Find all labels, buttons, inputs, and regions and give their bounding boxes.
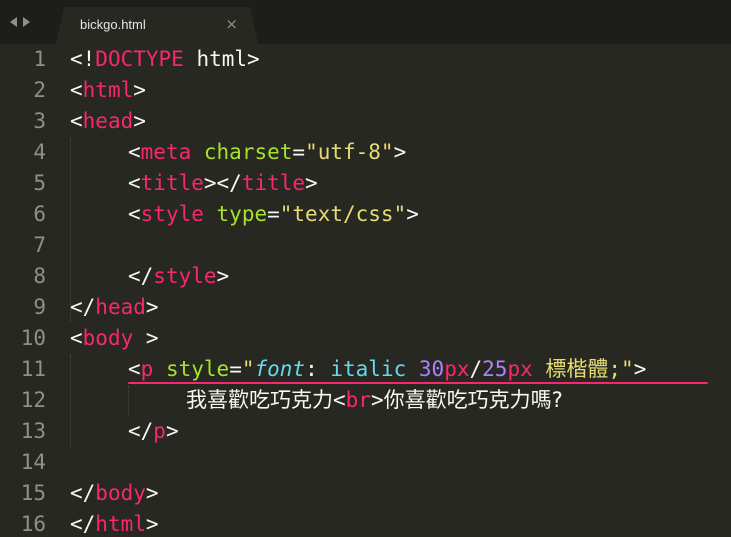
code-line-13[interactable]: 13 </p> — [0, 416, 731, 447]
code-line-2[interactable]: 2 <html> — [0, 75, 731, 106]
code-line-7[interactable]: 7 — [0, 230, 731, 261]
editor-window: bickgo.html × 1 <!DOCTYPE html> 2 <html>… — [0, 0, 731, 537]
line-number: 12 — [20, 388, 46, 412]
tag-match-underline — [128, 382, 708, 384]
arrow-right-icon[interactable] — [23, 17, 30, 27]
code-text: </body> — [70, 481, 159, 505]
code-text: </p> — [128, 419, 179, 443]
tab-bar: bickgo.html × — [0, 0, 731, 44]
arrow-left-icon[interactable] — [10, 17, 17, 27]
line-number: 6 — [33, 202, 46, 226]
code-text: </style> — [128, 264, 230, 288]
code-text: <body > — [70, 326, 159, 350]
code-line-12[interactable]: 12 我喜歡吃巧克力<br>你喜歡吃巧克力嗎? — [0, 385, 731, 416]
tab-bickgo-html[interactable]: bickgo.html × — [56, 7, 258, 44]
code-text: </html> — [70, 512, 159, 536]
code-text: 我喜歡吃巧克力<br>你喜歡吃巧克力嗎? — [186, 388, 563, 412]
code-line-4[interactable]: 4 <meta charset="utf-8"> — [0, 137, 731, 168]
code-line-3[interactable]: 3 <head> — [0, 106, 731, 137]
code-text: <head> — [70, 109, 146, 133]
line-number: 11 — [20, 357, 46, 381]
code-line-6[interactable]: 6 <style type="text/css"> — [0, 199, 731, 230]
line-number: 16 — [20, 512, 46, 536]
code-editor[interactable]: 1 <!DOCTYPE html> 2 <html> 3 <head> 4 <m… — [0, 44, 731, 537]
line-number: 1 — [33, 47, 46, 71]
code-text: <!DOCTYPE html> — [70, 47, 260, 71]
close-icon[interactable]: × — [225, 15, 238, 33]
code-line-16[interactable]: 16 </html> — [0, 509, 731, 537]
tab-title: bickgo.html — [80, 17, 146, 32]
code-text: <html> — [70, 78, 146, 102]
line-number: 7 — [33, 233, 46, 257]
code-line-15[interactable]: 15 </body> — [0, 478, 731, 509]
line-number: 5 — [33, 171, 46, 195]
line-number: 14 — [20, 450, 46, 474]
code-text: <p style="font: italic 30px/25px 標楷體;"> — [128, 357, 647, 381]
code-line-9[interactable]: 9 </head> — [0, 292, 731, 323]
line-number: 9 — [33, 295, 46, 319]
code-line-1[interactable]: 1 <!DOCTYPE html> — [0, 44, 731, 75]
line-number: 13 — [20, 419, 46, 443]
code-line-8[interactable]: 8 </style> — [0, 261, 731, 292]
code-text: <style type="text/css"> — [128, 202, 419, 226]
code-line-5[interactable]: 5 <title></title> — [0, 168, 731, 199]
line-number: 4 — [33, 140, 46, 164]
tab-navigation — [10, 12, 30, 32]
code-line-11[interactable]: 11 <p style="font: italic 30px/25px 標楷體;… — [0, 354, 731, 385]
code-line-14[interactable]: 14 — [0, 447, 731, 478]
line-number: 10 — [20, 326, 46, 350]
line-number: 3 — [33, 109, 46, 133]
line-number: 15 — [20, 481, 46, 505]
line-number: 2 — [33, 78, 46, 102]
line-number: 8 — [33, 264, 46, 288]
code-text: <meta charset="utf-8"> — [128, 140, 407, 164]
code-text: </head> — [70, 295, 159, 319]
code-text: <title></title> — [128, 171, 318, 195]
code-line-10[interactable]: 10 <body > — [0, 323, 731, 354]
